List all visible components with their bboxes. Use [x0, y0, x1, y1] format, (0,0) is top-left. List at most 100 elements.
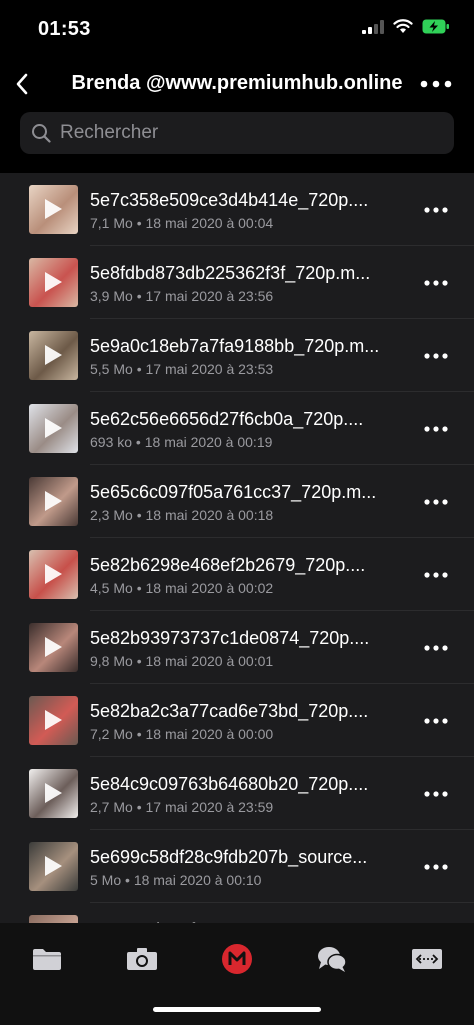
- video-thumbnail[interactable]: [29, 915, 78, 923]
- file-row[interactable]: 5e699c58df28c9fdb207b_source... 5 Mo • 18…: [0, 830, 474, 903]
- ellipsis-icon: [424, 353, 448, 359]
- file-meta: 7,1 Mo • 18 mai 2020 à 00:04: [90, 215, 273, 231]
- file-size: 9,8 Mo: [90, 653, 133, 669]
- file-date: 18 mai 2020 à 00:19: [144, 434, 273, 450]
- search-bar[interactable]: [20, 112, 454, 154]
- ellipsis-icon: [424, 426, 448, 432]
- file-more-button[interactable]: [418, 854, 454, 880]
- video-thumbnail[interactable]: [29, 331, 78, 380]
- file-name: 5e82ba2c3a77cad6e73bd_720p....: [90, 701, 369, 721]
- file-date: 18 mai 2020 à 00:04: [145, 215, 274, 231]
- camera-icon: [127, 948, 157, 970]
- more-options-button[interactable]: [418, 70, 454, 98]
- file-size: 5 Mo: [90, 872, 122, 888]
- file-name: 5e84c9c09763b64680b20_720p....: [90, 774, 369, 794]
- home-indicator: [153, 1007, 321, 1012]
- file-meta: 5 Mo • 18 mai 2020 à 00:10: [90, 872, 261, 888]
- file-date: 18 mai 2020 à 00:00: [145, 726, 274, 742]
- file-row[interactable]: 5e82b6298e468ef2b2679_720p.... 4,5 Mo • 1…: [0, 538, 474, 611]
- play-icon: [45, 564, 62, 584]
- play-icon: [45, 491, 62, 511]
- chevron-left-icon: [16, 73, 28, 95]
- video-thumbnail[interactable]: [29, 769, 78, 818]
- video-thumbnail[interactable]: [29, 550, 78, 599]
- ellipsis-icon: [424, 207, 448, 213]
- file-row[interactable]: 5e7c358e509ce3d4b414e_720p.... 7,1 Mo • 1…: [0, 173, 474, 246]
- transfers-icon: [412, 949, 442, 969]
- tab-cloud-drive[interactable]: [22, 939, 72, 979]
- tab-home[interactable]: [212, 939, 262, 979]
- file-more-button[interactable]: [418, 270, 454, 296]
- navigation-bar: Brenda @www.premiumhub.online: [0, 60, 474, 108]
- tab-chat[interactable]: [307, 939, 357, 979]
- file-date: 18 mai 2020 à 00:10: [133, 872, 262, 888]
- file-meta: 3,9 Mo • 17 mai 2020 à 23:56: [90, 288, 273, 304]
- ellipsis-icon: [424, 864, 448, 870]
- file-name: 5e65c6c097f05a761cc37_720p.m...: [90, 482, 377, 502]
- file-name: 5e9a0c18eb7a7fa9188bb_720p.m...: [90, 336, 380, 356]
- video-thumbnail[interactable]: [29, 258, 78, 307]
- meta-separator: •: [132, 799, 146, 815]
- file-size: 5,5 Mo: [90, 361, 133, 377]
- file-name: 5e8fdbd873db225362f3f_720p.m...: [90, 263, 371, 283]
- tab-camera-uploads[interactable]: [117, 939, 167, 979]
- file-more-button[interactable]: [418, 489, 454, 515]
- search-input[interactable]: [58, 121, 422, 145]
- video-thumbnail[interactable]: [29, 477, 78, 526]
- file-row[interactable]: 5e9a0c18eb7a7fa9188bb_720p.m... 5,5 Mo • …: [0, 319, 474, 392]
- file-size: 3,9 Mo: [90, 288, 133, 304]
- back-button[interactable]: [8, 68, 36, 100]
- mega-logo-icon: [222, 944, 252, 974]
- play-icon: [45, 272, 62, 292]
- file-row[interactable]: 5e82ba2c3a77cad6e73bd_720p.... 7,2 Mo • 1…: [0, 684, 474, 757]
- video-thumbnail[interactable]: [29, 623, 78, 672]
- file-row[interactable]: 5e65c6c097f05a761cc37_720p.m... 2,3 Mo • …: [0, 465, 474, 538]
- file-row[interactable]: 5e82b93973737c1de0874_720p.... 9,8 Mo • 1…: [0, 611, 474, 684]
- tab-transfers[interactable]: [402, 939, 452, 979]
- file-more-button[interactable]: [418, 197, 454, 223]
- page-title: Brenda @www.premiumhub.online: [71, 72, 403, 94]
- file-meta: 2,3 Mo • 18 mai 2020 à 00:18: [90, 507, 273, 523]
- video-thumbnail[interactable]: [29, 404, 78, 453]
- status-icons: [362, 19, 450, 39]
- file-row[interactable]: 5e793ad889f...147a7...22_720p....: [0, 903, 474, 923]
- file-date: 18 mai 2020 à 00:01: [145, 653, 274, 669]
- file-row[interactable]: 5e62c56e6656d27f6cb0a_720p.... 693 ko • 1…: [0, 392, 474, 465]
- ellipsis-icon: [424, 645, 448, 651]
- file-more-button[interactable]: [418, 416, 454, 442]
- chat-icon: [318, 947, 347, 972]
- file-row[interactable]: 5e8fdbd873db225362f3f_720p.m... 3,9 Mo • …: [0, 246, 474, 319]
- file-size: 4,5 Mo: [90, 580, 133, 596]
- file-more-button[interactable]: [418, 562, 454, 588]
- file-date: 17 mai 2020 à 23:53: [145, 361, 274, 377]
- file-name: 5e82b93973737c1de0874_720p....: [90, 628, 370, 648]
- video-thumbnail[interactable]: [29, 185, 78, 234]
- file-size: 693 ko: [90, 434, 133, 450]
- file-browser-screen: 01:53 Brenda @www.premiumhub.online Rech…: [0, 0, 474, 1025]
- play-icon: [45, 856, 62, 876]
- file-meta: 2,7 Mo • 17 mai 2020 à 23:59: [90, 799, 273, 815]
- file-meta: 5,5 Mo • 17 mai 2020 à 23:53: [90, 361, 273, 377]
- video-thumbnail[interactable]: [29, 842, 78, 891]
- meta-separator: •: [132, 288, 146, 304]
- file-meta: 693 ko • 18 mai 2020 à 00:19: [90, 434, 272, 450]
- play-icon: [45, 637, 62, 657]
- file-more-button[interactable]: [418, 708, 454, 734]
- file-more-button[interactable]: [418, 781, 454, 807]
- file-more-button[interactable]: [418, 635, 454, 661]
- file-meta: 9,8 Mo • 18 mai 2020 à 00:01: [90, 653, 273, 669]
- file-meta: 7,2 Mo • 18 mai 2020 à 00:00: [90, 726, 273, 742]
- video-thumbnail[interactable]: [29, 696, 78, 745]
- file-row[interactable]: 5e84c9c09763b64680b20_720p.... 2,7 Mo • 1…: [0, 757, 474, 830]
- play-icon: [45, 345, 62, 365]
- wifi-icon: [393, 19, 413, 39]
- meta-separator: •: [132, 726, 146, 742]
- meta-separator: •: [121, 872, 134, 888]
- file-date: 17 mai 2020 à 23:59: [145, 799, 274, 815]
- status-time: 01:53: [38, 18, 91, 40]
- cellular-signal-icon: [362, 19, 384, 39]
- play-icon: [45, 783, 62, 803]
- file-meta: 4,5 Mo • 18 mai 2020 à 00:02: [90, 580, 273, 596]
- file-more-button[interactable]: [418, 343, 454, 369]
- file-size: 7,2 Mo: [90, 726, 133, 742]
